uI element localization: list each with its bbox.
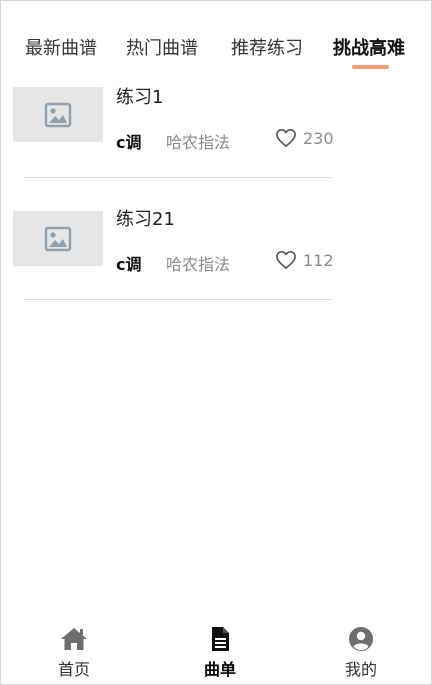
image-placeholder-icon	[44, 102, 72, 127]
active-tab-indicator	[352, 65, 389, 69]
like-button[interactable]: 112	[275, 250, 334, 270]
category-tabs: 最新曲谱 热门曲谱 推荐练习 挑战高难	[1, 1, 431, 71]
item-title: 练习21	[116, 209, 175, 230]
document-icon	[212, 627, 229, 651]
divider	[23, 299, 332, 300]
tab-popular[interactable]: 热门曲谱	[126, 37, 198, 61]
list-item[interactable]: 练习1 c调 哈农指法 230	[1, 87, 431, 209]
nav-playlist[interactable]: 曲单	[180, 626, 260, 682]
nav-home-label: 首页	[57, 660, 90, 679]
like-button[interactable]: 230	[275, 128, 334, 148]
item-key: c调	[116, 133, 142, 152]
bottom-nav: 首页 曲单 我的	[1, 616, 431, 684]
nav-playlist-label: 曲单	[203, 660, 236, 679]
item-thumbnail	[13, 211, 103, 266]
tab-challenge[interactable]: 挑战高难	[333, 37, 405, 61]
like-count: 112	[303, 250, 334, 270]
item-key: c调	[116, 255, 142, 274]
item-title: 练习1	[116, 87, 164, 108]
item-fingering: 哈农指法	[166, 133, 231, 152]
nav-home[interactable]: 首页	[34, 626, 114, 682]
tab-recommended[interactable]: 推荐练习	[231, 37, 303, 61]
like-count: 230	[303, 128, 334, 148]
nav-profile-label: 我的	[344, 660, 377, 679]
user-circle-icon	[349, 627, 373, 651]
nav-profile[interactable]: 我的	[321, 626, 401, 682]
image-placeholder-icon	[44, 226, 72, 251]
list-item[interactable]: 练习21 c调 哈农指法 112	[1, 209, 431, 331]
tab-latest[interactable]: 最新曲谱	[25, 37, 97, 61]
heart-outline-icon	[276, 251, 296, 269]
item-thumbnail	[13, 87, 103, 142]
home-icon	[61, 628, 87, 650]
item-fingering: 哈农指法	[166, 255, 231, 274]
heart-outline-icon	[276, 129, 296, 147]
divider	[23, 177, 332, 178]
